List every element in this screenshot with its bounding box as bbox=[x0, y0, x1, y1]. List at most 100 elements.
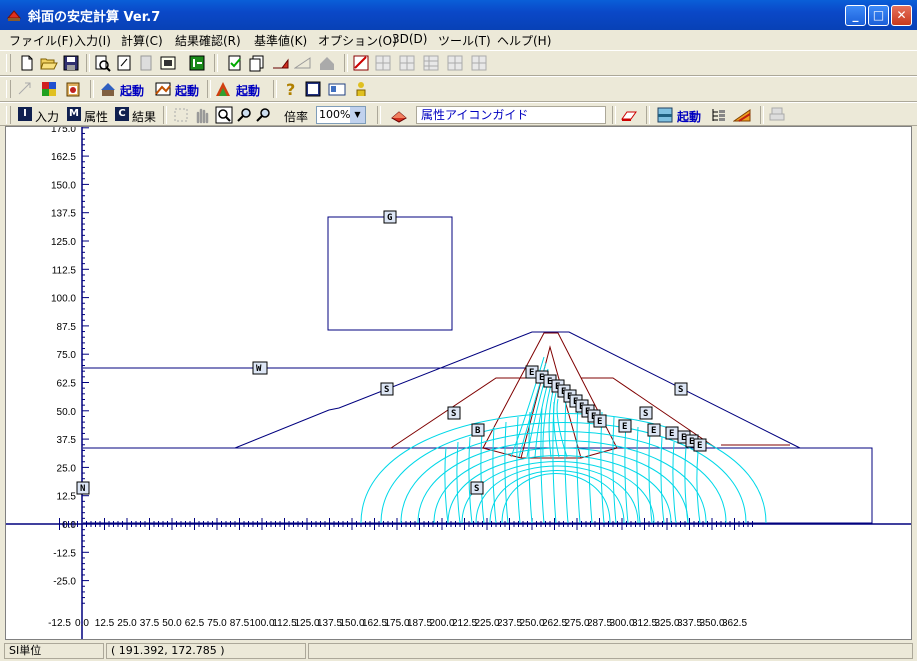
user-guide-icon[interactable] bbox=[352, 80, 370, 98]
y-tick-label: 175.0 bbox=[51, 127, 76, 135]
equipotential-line bbox=[624, 421, 629, 524]
y-tick-label: 12.5 bbox=[57, 492, 77, 503]
program4-icon[interactable] bbox=[656, 106, 674, 124]
menu-file[interactable]: ファイル(F) bbox=[9, 32, 73, 49]
zoom-select[interactable]: 100% ▼ bbox=[316, 106, 366, 124]
equipotential-line bbox=[660, 436, 665, 524]
slope-red-icon[interactable] bbox=[272, 54, 290, 72]
attribute-guide-icon[interactable] bbox=[390, 106, 408, 124]
book-icon[interactable] bbox=[304, 80, 322, 98]
launch-program1-button[interactable]: 起動 bbox=[120, 82, 144, 99]
drawing-canvas[interactable]: 175.0 162.5 150.0 137.5 125.0 112.5 100.0 87.5 7… bbox=[5, 126, 912, 640]
soil-marker-3[interactable]: S bbox=[674, 382, 688, 396]
load-area bbox=[327, 216, 453, 331]
zoom-in-icon[interactable] bbox=[236, 106, 254, 124]
soil-marker-2[interactable]: S bbox=[447, 406, 461, 420]
load-marker[interactable]: G bbox=[383, 210, 397, 224]
y-tick-label: 75.0 bbox=[57, 350, 77, 361]
boundary-marker[interactable]: B bbox=[471, 423, 485, 437]
soil-marker-5[interactable]: S bbox=[470, 481, 484, 495]
document-disabled-icon bbox=[140, 55, 152, 71]
model-check-icon[interactable] bbox=[226, 54, 244, 72]
status-coords: ( 191.392, 172.785 ) bbox=[106, 643, 306, 659]
launch-program2-button[interactable]: 起動 bbox=[175, 82, 199, 99]
soil-marker-4-label: S bbox=[643, 409, 648, 419]
element-marker[interactable]: E bbox=[693, 438, 707, 452]
mode-input-button[interactable]: 入力 bbox=[35, 108, 59, 125]
launch-program4-button[interactable]: 起動 bbox=[677, 108, 701, 125]
toolbar-launch: 起動 起動 起動 ? bbox=[0, 76, 917, 102]
menu-standards[interactable]: 基準値(K) bbox=[254, 32, 307, 49]
clipboard-icon[interactable] bbox=[64, 80, 82, 98]
soil-marker-1[interactable]: S bbox=[380, 382, 394, 396]
maximize-button[interactable]: □ bbox=[868, 5, 889, 26]
soil-marker-4[interactable]: S bbox=[639, 406, 653, 420]
element-marker[interactable]: E bbox=[593, 414, 607, 428]
section-edit-icon[interactable] bbox=[352, 54, 370, 72]
grid-disabled-icon-4 bbox=[447, 55, 463, 71]
table-view-icon[interactable] bbox=[159, 54, 177, 72]
program3-icon[interactable] bbox=[214, 80, 232, 98]
toolbar-separator bbox=[646, 106, 650, 124]
menu-results[interactable]: 結果確認(R) bbox=[175, 32, 241, 49]
toolbar-separator bbox=[760, 106, 764, 124]
menu-calc[interactable]: 計算(C) bbox=[121, 32, 163, 49]
edit-document-icon[interactable] bbox=[115, 54, 133, 72]
help-question-icon[interactable]: ? bbox=[282, 80, 300, 98]
slope-tool-icon[interactable] bbox=[733, 106, 751, 124]
color-blocks-icon[interactable] bbox=[40, 80, 58, 98]
origin-marker[interactable]: N bbox=[76, 481, 90, 495]
mode-input-icon: I bbox=[18, 107, 32, 121]
element-marker[interactable]: E bbox=[618, 419, 632, 433]
element-marker[interactable]: E bbox=[647, 423, 661, 437]
toolbar-mode: I 入力 M 属性 C 結果 倍率 100% ▼ 属性アイコンガイド 起動 bbox=[0, 102, 917, 126]
equipotential-line bbox=[612, 416, 617, 524]
toolbar-standard bbox=[0, 50, 917, 76]
menu-3d[interactable]: 3D(D) bbox=[392, 32, 427, 46]
status-message bbox=[308, 643, 913, 659]
element-marker[interactable]: E bbox=[665, 426, 679, 440]
water-marker-label: W bbox=[256, 364, 262, 374]
zoom-out-icon[interactable] bbox=[255, 106, 273, 124]
open-folder-icon[interactable] bbox=[40, 54, 58, 72]
close-button[interactable]: ✕ bbox=[891, 5, 912, 26]
menu-help[interactable]: ヘルプ(H) bbox=[497, 32, 551, 49]
section-drawing[interactable]: 175.0162.5150.0137.5125.0112.5100.087.57… bbox=[6, 127, 911, 639]
water-marker[interactable]: W bbox=[252, 361, 268, 375]
y-tick-label: 37.5 bbox=[57, 435, 77, 446]
menu-tools[interactable]: ツール(T) bbox=[438, 32, 491, 49]
origin-marker-label: N bbox=[80, 484, 85, 494]
pan-hand-icon[interactable] bbox=[193, 106, 211, 124]
hierarchy-icon[interactable] bbox=[710, 106, 728, 124]
zoom-fit-icon[interactable] bbox=[215, 106, 233, 124]
print-preview-icon[interactable] bbox=[93, 54, 111, 72]
core-flow-line bbox=[542, 380, 553, 458]
document-stack-icon[interactable] bbox=[248, 54, 266, 72]
menu-options[interactable]: オプション(O) bbox=[318, 32, 397, 49]
equipotential-line bbox=[444, 446, 449, 524]
program1-icon[interactable] bbox=[99, 80, 117, 98]
y-tick-label: -25.0 bbox=[53, 577, 76, 588]
toolbar-separator bbox=[377, 106, 381, 124]
y-tick-label: 112.5 bbox=[52, 265, 77, 276]
soil-marker-1-label: S bbox=[384, 385, 389, 395]
mode-attribute-button[interactable]: 属性 bbox=[84, 108, 108, 125]
save-icon[interactable] bbox=[62, 54, 80, 72]
toolbar-separator bbox=[344, 54, 348, 72]
eraser-icon[interactable] bbox=[620, 106, 638, 124]
core-outline bbox=[482, 332, 618, 459]
id-card-icon[interactable] bbox=[328, 80, 346, 98]
seepage-line bbox=[360, 413, 767, 524]
y-tick-label: 150.0 bbox=[51, 180, 76, 191]
program2-icon[interactable] bbox=[154, 80, 172, 98]
launch-program3-button[interactable]: 起動 bbox=[236, 82, 260, 99]
menu-input[interactable]: 入力(I) bbox=[74, 32, 111, 49]
toolbar-grip bbox=[6, 54, 11, 72]
minimize-button[interactable]: _ bbox=[845, 5, 866, 26]
status-units-text: SI単位 bbox=[9, 644, 42, 657]
mode-result-button[interactable]: 結果 bbox=[132, 108, 156, 125]
x-tick-label: 75.0 bbox=[207, 618, 227, 629]
x-tick-label: 37.5 bbox=[140, 618, 160, 629]
exit-icon[interactable] bbox=[188, 54, 206, 72]
new-file-icon[interactable] bbox=[18, 54, 36, 72]
